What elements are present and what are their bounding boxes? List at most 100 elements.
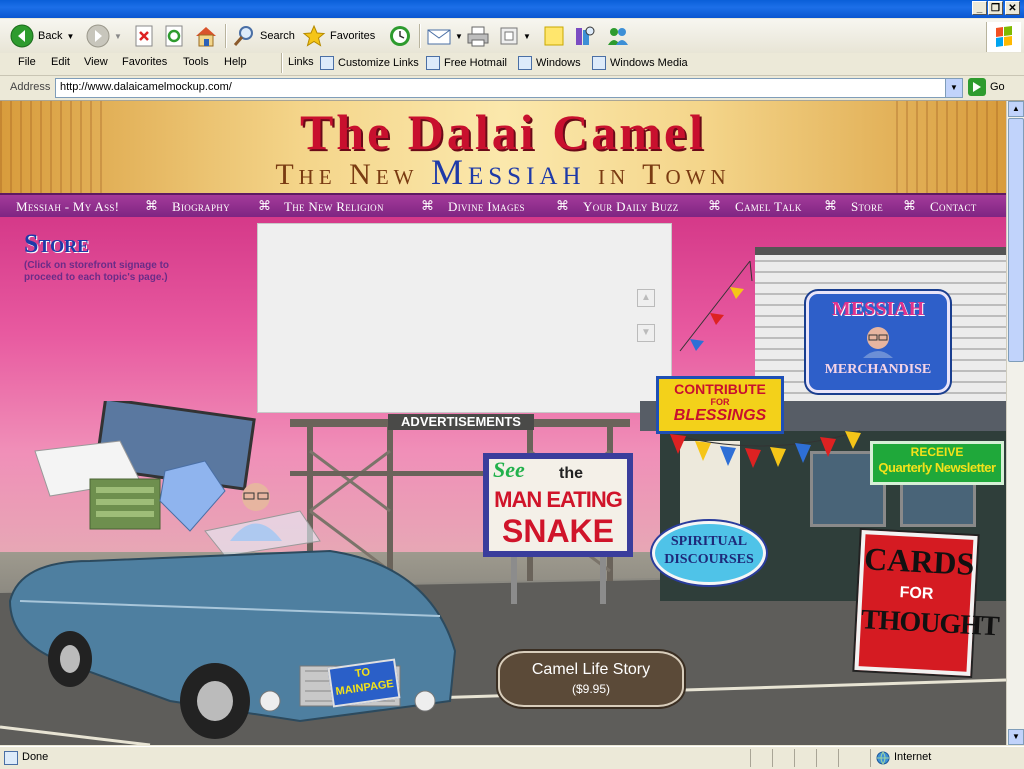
contribute-line3: BLESSINGS — [673, 407, 767, 424]
address-bar: Address http://www.dalaicamelmockup.com/… — [0, 76, 1024, 101]
research-button[interactable] — [573, 23, 597, 49]
search-label: Search — [260, 30, 295, 42]
menu-favorites[interactable]: Favorites — [122, 56, 167, 68]
back-label: Back — [38, 30, 63, 42]
discuss-button[interactable] — [543, 23, 565, 49]
snake-sign-post — [511, 556, 517, 604]
vertical-scrollbar[interactable]: ▲ ▼ — [1006, 101, 1024, 745]
minimize-button[interactable]: _ — [972, 1, 987, 15]
scroll-up-icon[interactable]: ▲ — [1008, 101, 1024, 117]
home-button[interactable] — [194, 23, 218, 49]
forward-arrow-icon — [86, 24, 110, 48]
messenger-button[interactable] — [606, 23, 630, 49]
forward-button[interactable]: ▼ — [86, 23, 122, 49]
cards-line3: THOUGHT — [860, 604, 1000, 643]
nav-contact[interactable]: Contact — [930, 199, 977, 215]
status-divider — [870, 749, 871, 767]
search-button[interactable]: Search — [232, 23, 295, 49]
nav-messiah[interactable]: Messiah - My Ass! — [16, 199, 119, 215]
cards-for-thought-sign[interactable]: CARDS FOR THOUGHT — [854, 530, 1000, 676]
address-dropdown-icon[interactable]: ▼ — [945, 79, 962, 97]
link-windows-label: Windows — [536, 57, 581, 69]
link-hotmail-label: Free Hotmail — [444, 57, 507, 69]
nav-divine-images[interactable]: Divine Images — [448, 199, 525, 215]
close-button[interactable]: ✕ — [1005, 1, 1020, 15]
link-windows[interactable]: Windows — [518, 56, 581, 70]
nav-daily-buzz[interactable]: Your Daily Buzz — [583, 199, 679, 215]
camel-life-story-button[interactable]: Camel Life Story ($9.95) — [498, 651, 684, 707]
cards-line1: CARDS — [863, 540, 976, 582]
link-customize-label: Customize Links — [338, 57, 419, 69]
go-button[interactable]: Go — [968, 78, 1005, 96]
windows-logo — [986, 22, 1021, 52]
newsletter-sign[interactable]: RECEIVE Quarterly Newsletter — [870, 441, 1004, 485]
web-page: The Dalai Camel The New Messiah in Town … — [0, 101, 1006, 745]
link-hotmail[interactable]: Free Hotmail — [426, 56, 507, 70]
status-bar: Done Internet — [0, 746, 1024, 769]
favorites-star-icon — [302, 24, 326, 47]
lifestory-line1: Camel Life Story — [531, 661, 651, 678]
print-button[interactable] — [466, 23, 490, 49]
stop-button[interactable] — [134, 23, 154, 49]
newsletter-line2: Quarterly Newsletter — [878, 460, 996, 475]
status-text: Done — [22, 751, 49, 763]
tagline-messiah: Messiah — [431, 152, 586, 192]
window-title-bar — [0, 0, 1024, 18]
refresh-button[interactable] — [164, 23, 184, 49]
favorites-label: Favorites — [330, 30, 376, 42]
nav-biography[interactable]: Biography — [172, 199, 230, 215]
messiah-portrait-icon — [863, 327, 893, 358]
mail-dropdown-icon[interactable]: ▼ — [455, 32, 463, 41]
convertible-car — [8, 401, 457, 739]
merchandise-sign-line1: MESSIAH — [831, 298, 925, 320]
back-dropdown-icon[interactable]: ▼ — [66, 32, 74, 41]
menu-help[interactable]: Help — [224, 56, 247, 68]
menu-edit[interactable]: Edit — [51, 56, 70, 68]
nav-separator-icon: ⌘ — [421, 198, 434, 213]
search-icon — [233, 26, 253, 46]
back-button[interactable]: Back ▼ — [10, 23, 74, 49]
status-divider — [772, 749, 773, 767]
nav-camel-talk[interactable]: Camel Talk — [735, 199, 802, 215]
menu-file[interactable]: File — [18, 56, 36, 68]
mail-button[interactable]: ▼ — [427, 23, 463, 49]
edit-dropdown-icon[interactable]: ▼ — [523, 32, 531, 41]
page-done-icon — [4, 751, 18, 765]
nav-new-religion[interactable]: The New Religion — [284, 199, 384, 215]
history-button[interactable] — [388, 23, 412, 49]
edit-button[interactable]: ▼ — [499, 23, 531, 49]
edit-page-icon — [500, 27, 518, 45]
man-eating-snake-sign[interactable]: See the MAN EATING SNAKE — [483, 453, 633, 557]
menu-view[interactable]: View — [84, 56, 108, 68]
link-windows-media[interactable]: Windows Media — [592, 56, 688, 70]
refresh-icon — [165, 25, 183, 47]
ie-page-icon — [320, 56, 334, 70]
site-tagline: The New Messiah in Town — [0, 151, 1006, 193]
link-customize[interactable]: Customize Links — [320, 56, 419, 70]
address-value: http://www.dalaicamelmockup.com/ — [60, 81, 232, 93]
spiritual-discourses-sign[interactable]: SPIRITUAL DISCOURSES — [652, 521, 766, 585]
restore-button[interactable]: ❐ — [988, 1, 1003, 15]
status-divider — [750, 749, 751, 767]
status-divider — [816, 749, 817, 767]
contribute-line1: CONTRIBUTE — [674, 381, 766, 397]
history-icon — [390, 26, 410, 46]
forward-dropdown-icon[interactable]: ▼ — [114, 32, 122, 41]
messiah-merchandise-sign[interactable]: MESSIAH MERCHANDISE — [806, 291, 950, 393]
scroll-thumb[interactable] — [1008, 118, 1024, 362]
favorites-button[interactable]: Favorites — [302, 23, 375, 49]
status-divider — [794, 749, 795, 767]
address-input[interactable]: http://www.dalaicamelmockup.com/ ▼ — [55, 78, 963, 98]
nav-store[interactable]: Store — [851, 199, 883, 215]
lifestory-line2: ($9.95) — [571, 682, 611, 696]
messenger-icon — [608, 28, 628, 45]
note-icon — [544, 26, 564, 46]
mail-icon — [427, 29, 451, 45]
ie-page-icon — [518, 56, 532, 70]
menu-tools[interactable]: Tools — [183, 56, 209, 68]
scroll-down-icon[interactable]: ▼ — [1008, 729, 1024, 745]
contribute-blessings-sign[interactable]: CONTRIBUTE FOR BLESSINGS — [656, 376, 784, 434]
site-nav: Messiah - My Ass! ⌘ Biography ⌘ The New … — [0, 193, 1006, 219]
page-hint: (Click on storefront signage to proceed … — [24, 260, 170, 283]
advertisement-billboard[interactable]: ▲ ▼ — [257, 223, 672, 413]
